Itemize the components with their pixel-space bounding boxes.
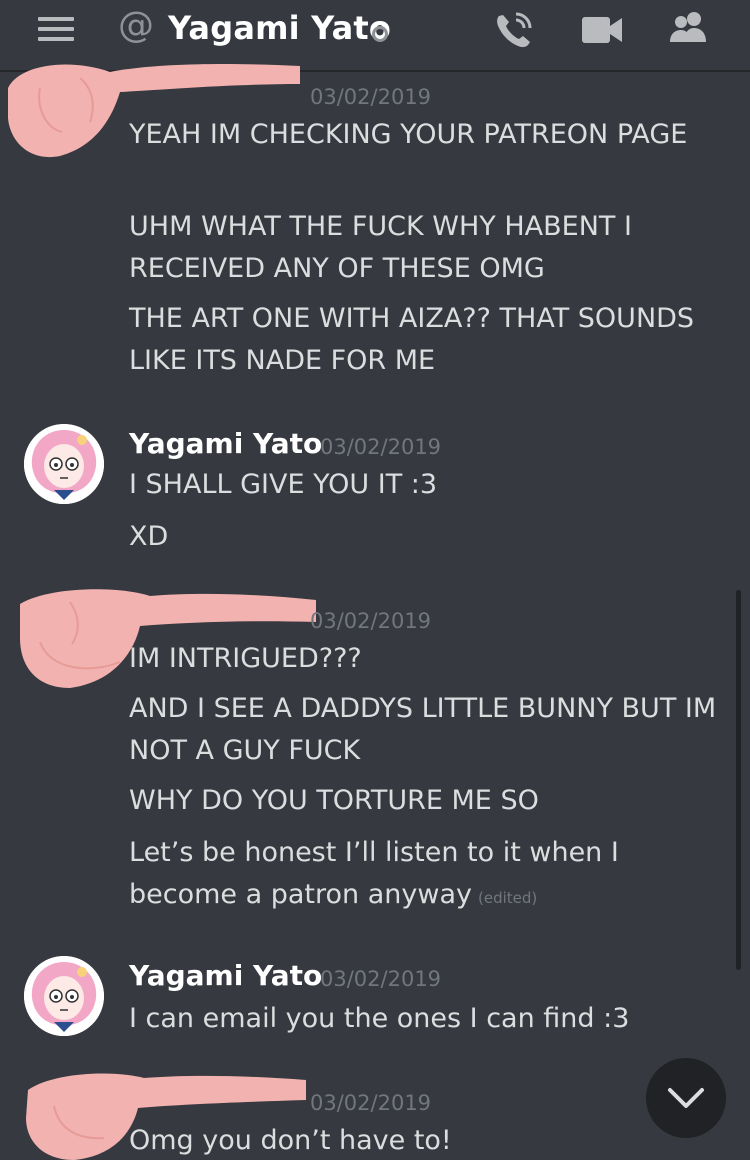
message-timestamp: 03/02/2019 <box>310 609 432 633</box>
avatar[interactable] <box>24 424 104 504</box>
message-text: Let’s be honest I’ll listen to it when I… <box>129 832 729 919</box>
menu-icon[interactable] <box>38 17 74 41</box>
message-list[interactable]: 03/02/2019 YEAH IM CHECKING YOUR PATREON… <box>0 64 750 1160</box>
message-text: THE ART ONE WITH AIZA?? THAT SOUNDS LIKE… <box>129 303 695 376</box>
message-author[interactable]: Yagami Yato <box>129 426 322 462</box>
avatar[interactable] <box>24 956 104 1036</box>
jump-to-present-button[interactable] <box>646 1058 726 1138</box>
video-icon[interactable] <box>578 8 626 52</box>
dm-screen: @ Yagami Yato 03/02/2019 YEAH IM CHECKIN… <box>0 0 750 1160</box>
message-timestamp: 03/02/2019 <box>310 85 432 109</box>
message-text: YEAH IM CHECKING YOUR PATREON PAGE <box>129 119 688 150</box>
message-timestamp: 03/02/2019 <box>320 435 442 459</box>
chevron-down-icon <box>668 1088 704 1108</box>
message-text-content: Let’s be honest I’ll listen to it when I… <box>129 837 619 910</box>
message-text: WHY DO YOU TORTURE ME SO <box>129 785 539 816</box>
call-icon[interactable] <box>490 8 538 52</box>
status-offline-icon <box>372 26 388 42</box>
message-text: IM INTRIGUED??? <box>129 643 362 674</box>
message-timestamp: 03/02/2019 <box>320 967 442 991</box>
members-icon[interactable] <box>664 8 712 52</box>
message-text: I can email you the ones I can find :3 <box>129 1003 630 1034</box>
message-author[interactable]: Yagami Yato <box>129 958 322 994</box>
edited-label: (edited) <box>477 889 538 907</box>
message-timestamp: 03/02/2019 <box>310 1091 432 1115</box>
message-text: XD <box>129 521 169 552</box>
message-text: UHM WHAT THE FUCK WHY HABENT I RECEIVED … <box>129 211 632 284</box>
scrollbar[interactable] <box>736 590 741 970</box>
at-icon: @ <box>118 5 154 46</box>
message-text: AND I SEE A DADDYS LITTLE BUNNY BUT IM N… <box>129 693 717 766</box>
message-text: Omg you don’t have to! <box>129 1125 452 1156</box>
channel-title: Yagami Yato <box>168 9 392 47</box>
message-text: I SHALL GIVE YOU IT :3 <box>129 469 438 500</box>
